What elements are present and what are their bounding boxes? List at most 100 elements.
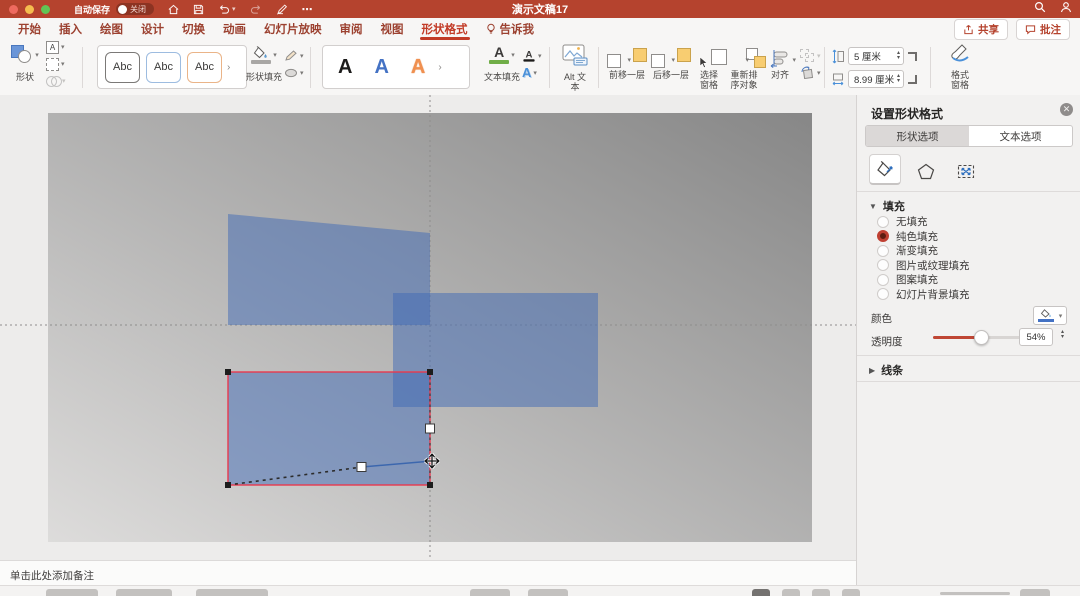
notes-placeholder[interactable]: 单击此处添加备注 [10, 568, 856, 583]
home-icon[interactable] [168, 4, 179, 15]
width-stepper[interactable]: ▴ ▾ [897, 73, 903, 84]
fill-line-tab-icon[interactable] [869, 154, 901, 185]
transparency-value-input[interactable]: 54% [1019, 328, 1053, 346]
reorder-objects-button[interactable]: ▾ 重新排序对象 [726, 46, 766, 90]
alt-text-button[interactable]: Alt 文本 [558, 40, 592, 95]
tab-animations[interactable]: 动画 [223, 18, 246, 40]
close-panel-icon[interactable]: ✕ [1060, 103, 1073, 116]
wordart-style-3[interactable]: A [411, 56, 425, 79]
align-button[interactable]: ▾ 对齐 [764, 46, 796, 80]
fill-option-gradient-fill[interactable]: 渐变填充 [877, 243, 938, 258]
close-window-button[interactable] [9, 4, 18, 14]
tab-design[interactable]: 设计 [141, 18, 164, 40]
tab-insert[interactable]: 插入 [59, 18, 82, 40]
tab-shape-format[interactable]: 形状格式 [419, 18, 470, 40]
tab-view[interactable]: 视图 [381, 18, 404, 40]
fill-color-picker[interactable]: ▾ [1033, 306, 1067, 325]
handle-top-left[interactable] [225, 369, 231, 375]
save-icon[interactable] [193, 4, 204, 15]
shape-outline-button[interactable]: ▾ [284, 49, 304, 63]
size-properties-tab-icon[interactable] [951, 157, 981, 185]
undo-button[interactable]: ▾ [218, 4, 236, 15]
fill-option-slide-background-fill[interactable]: 幻灯片背景填充 [877, 287, 970, 302]
shape-selected-rectangle[interactable] [228, 372, 430, 485]
minimize-window-button[interactable] [25, 4, 34, 14]
line-section-header[interactable]: ▶ 线条 [869, 362, 903, 378]
bring-forward-button[interactable]: ▾ 前移一层 [606, 46, 648, 80]
comments-button[interactable]: 批注 [1016, 18, 1070, 40]
color-bucket-icon [1037, 309, 1054, 322]
gallery-more-icon[interactable]: › [438, 62, 441, 73]
tab-tell-me[interactable]: 告诉我 [486, 18, 535, 40]
chevron-right-icon: ▶ [869, 365, 876, 375]
gallery-more-icon[interactable]: › [227, 62, 230, 73]
shape-style-3[interactable]: Abc [187, 51, 222, 83]
send-backward-button[interactable]: ▾ 后移一层 [650, 46, 692, 80]
text-outline-button[interactable]: A ▾ [522, 49, 542, 63]
shape-fill-button[interactable]: ▾ 形状填充 [246, 40, 282, 95]
wordart-style-1[interactable]: A [338, 56, 352, 79]
bring-forward-label: 前移一层 [608, 70, 645, 80]
rotate-objects-button[interactable]: ▾ [800, 66, 821, 80]
share-button[interactable]: 共享 [954, 18, 1008, 40]
maximize-window-button[interactable] [41, 4, 50, 14]
shape-tools-column: A ▾ ▾ ▾ [46, 40, 66, 88]
fill-option-pattern-fill[interactable]: 图案填充 [877, 272, 938, 287]
tab-home[interactable]: 开始 [18, 18, 41, 40]
transparency-slider[interactable] [933, 329, 1021, 345]
account-icon[interactable] [1060, 0, 1072, 18]
tab-draw[interactable]: 绘图 [100, 18, 123, 40]
slide-canvas[interactable] [0, 95, 856, 560]
line-section-label: 线条 [881, 365, 904, 377]
more-commands-icon[interactable]: ⋯ [302, 3, 313, 16]
transparency-stepper[interactable]: ▴ ▾ [1061, 329, 1067, 340]
edit-shape-button[interactable]: ▾ [46, 57, 66, 71]
panel-title: 设置形状格式 [871, 107, 944, 121]
format-shape-panel: 设置形状格式 ✕ 形状选项 文本选项 ▼ 填充 无填充 纯色填充 渐变填充 图片… [856, 95, 1080, 585]
shape-width-input[interactable]: 8.99 厘米 ▴ ▾ [848, 70, 904, 88]
radio-icon [877, 273, 889, 286]
autosave-toggle[interactable]: 关闭 [116, 3, 155, 15]
shape-style-1[interactable]: Abc [105, 51, 140, 83]
slide-editing-area[interactable] [0, 95, 856, 560]
notes-pane[interactable]: 单击此处添加备注 [0, 560, 856, 586]
format-pane-button[interactable]: 格式窗格 [940, 40, 980, 95]
fill-option-no-fill[interactable]: 无填充 [877, 214, 928, 229]
text-fill-button[interactable]: A ▾ 文本填充 [484, 40, 520, 95]
shape-style-2[interactable]: Abc [146, 51, 181, 83]
shape-height-input[interactable]: 5 厘米 ▴ ▾ [848, 47, 904, 65]
share-icon [964, 24, 973, 34]
height-stepper[interactable]: ▴ ▾ [897, 50, 903, 61]
alt-text-icon [562, 44, 588, 66]
insert-shape-button[interactable]: ▾ 形状 [8, 40, 42, 95]
handle-mid-right[interactable] [425, 423, 435, 434]
text-effects-button[interactable]: A ▾ [522, 65, 542, 80]
handle-bottom-left[interactable] [225, 482, 231, 488]
tab-text-options[interactable]: 文本选项 [969, 126, 1072, 146]
tab-review[interactable]: 审阅 [340, 18, 363, 40]
tab-slideshow[interactable]: 幻灯片放映 [264, 18, 322, 40]
align-icon: ▾ [770, 46, 796, 68]
title-bar: 自动保存 关闭 ▾ ⋯ 演示文稿17 [0, 0, 1080, 18]
undo-caret-icon[interactable]: ▾ [232, 5, 236, 13]
search-icon[interactable] [1034, 0, 1046, 18]
text-fill-label: 文本填充 [484, 72, 521, 82]
shape-width-icon [832, 73, 844, 85]
fill-option-picture-texture-fill[interactable]: 图片或纹理填充 [877, 258, 970, 273]
tab-shape-options[interactable]: 形状选项 [866, 126, 969, 146]
fill-option-solid-fill[interactable]: 纯色填充 [877, 229, 938, 244]
radio-selected-icon [877, 230, 889, 242]
tell-me-label: 告诉我 [499, 24, 535, 36]
handle-top-right[interactable] [427, 369, 433, 375]
effects-tab-icon[interactable] [911, 157, 941, 185]
selection-pane-button[interactable]: 选择窗格 [694, 46, 727, 90]
tab-transitions[interactable]: 切换 [182, 18, 205, 40]
draw-pen-icon[interactable] [276, 3, 288, 15]
handle-bottom-right[interactable] [427, 482, 433, 488]
wordart-style-2[interactable]: A [374, 56, 388, 79]
slider-thumb[interactable] [974, 330, 989, 345]
edit-point-handle[interactable] [356, 462, 367, 472]
text-box-button[interactable]: A ▾ [46, 40, 66, 54]
fill-section-header[interactable]: ▼ 填充 [869, 198, 905, 214]
shape-effects-button[interactable]: ▾ [284, 66, 304, 80]
